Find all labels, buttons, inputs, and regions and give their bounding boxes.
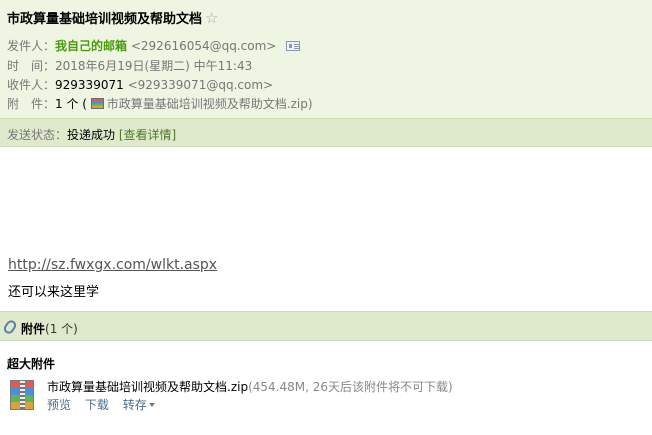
body-text: 还可以来这里学 [8,285,100,300]
zip-file-icon [90,98,104,109]
view-details-link[interactable]: [查看详情] [119,128,176,142]
sender-address: <292616054@qq.com> [130,39,277,53]
sender-label: 发件人： [7,39,56,53]
preview-button[interactable]: 预览 [47,398,71,412]
recipient-label: 收件人： [7,78,56,92]
status-bar: 发送状态：投递成功 [查看详情] [0,118,652,146]
attachment-file-link[interactable]: 市政算量基础培训视频及帮助文档.zip [107,97,308,111]
subject-text: 市政算量基础培训视频及帮助文档 [7,12,203,27]
attachment-suffix: ) [307,97,313,111]
attachment-row: 附 件：1 个 ( 市政算量基础培训视频及帮助文档.zip) [7,95,313,112]
attachments-count: (1 个) [45,322,78,336]
caret-down-icon [148,403,155,407]
file-actions: 预览 下载 转存 [47,396,155,413]
attachment-label: 附 件： [7,97,56,111]
status-text: 发送状态：投递成功 [查看详情] [7,126,176,143]
sender-row: 发件人：我自己的邮箱 <292616054@qq.com> [7,37,301,54]
status-label: 发送状态： [7,128,68,142]
paperclip-icon [1,318,19,336]
attachment-file-name[interactable]: 市政算量基础培训视频及帮助文档.zip(454.48M, 26天后该附件将不可下… [47,378,453,395]
star-icon[interactable]: ☆ [205,9,218,27]
status-value: 投递成功 [67,128,116,142]
time-value: 2018年6月19日(星期二) 中午11:43 [55,59,253,73]
recipient-row: 收件人：929339071 <929339071@qq.com> [7,76,273,93]
body-link[interactable]: http://sz.fwxgx.com/wlkt.aspx [8,257,217,273]
save-to-button[interactable]: 转存 [123,398,155,412]
save-to-label: 转存 [122,398,147,412]
time-label: 时 间： [7,59,56,73]
attachment-count: 1 个 ( [55,97,87,111]
file-name-text[interactable]: 市政算量基础培训视频及帮助文档.zip [47,380,248,394]
download-button[interactable]: 下载 [85,398,109,412]
file-meta: (454.48M, 26天后该附件将不可下载) [248,380,453,394]
mail-subject: 市政算量基础培训视频及帮助文档 ☆ [7,8,218,27]
attachments-bar: 附件(1 个) [0,311,652,341]
recipient-name[interactable]: 929339071 [55,78,124,92]
mail-header: 市政算量基础培训视频及帮助文档 ☆ 发件人：我自己的邮箱 <292616054@q… [0,0,652,147]
contact-card-icon[interactable] [286,41,301,51]
archive-file-icon [10,380,34,410]
attachments-title: 附件(1 个) [21,320,78,337]
recipient-address: <929339071@qq.com> [127,78,274,92]
sender-name[interactable]: 我自己的邮箱 [55,39,127,53]
time-row: 时 间：2018年6月19日(星期二) 中午11:43 [7,57,252,74]
attachments-title-text: 附件 [21,322,46,336]
big-attachment-title: 超大附件 [7,357,56,371]
